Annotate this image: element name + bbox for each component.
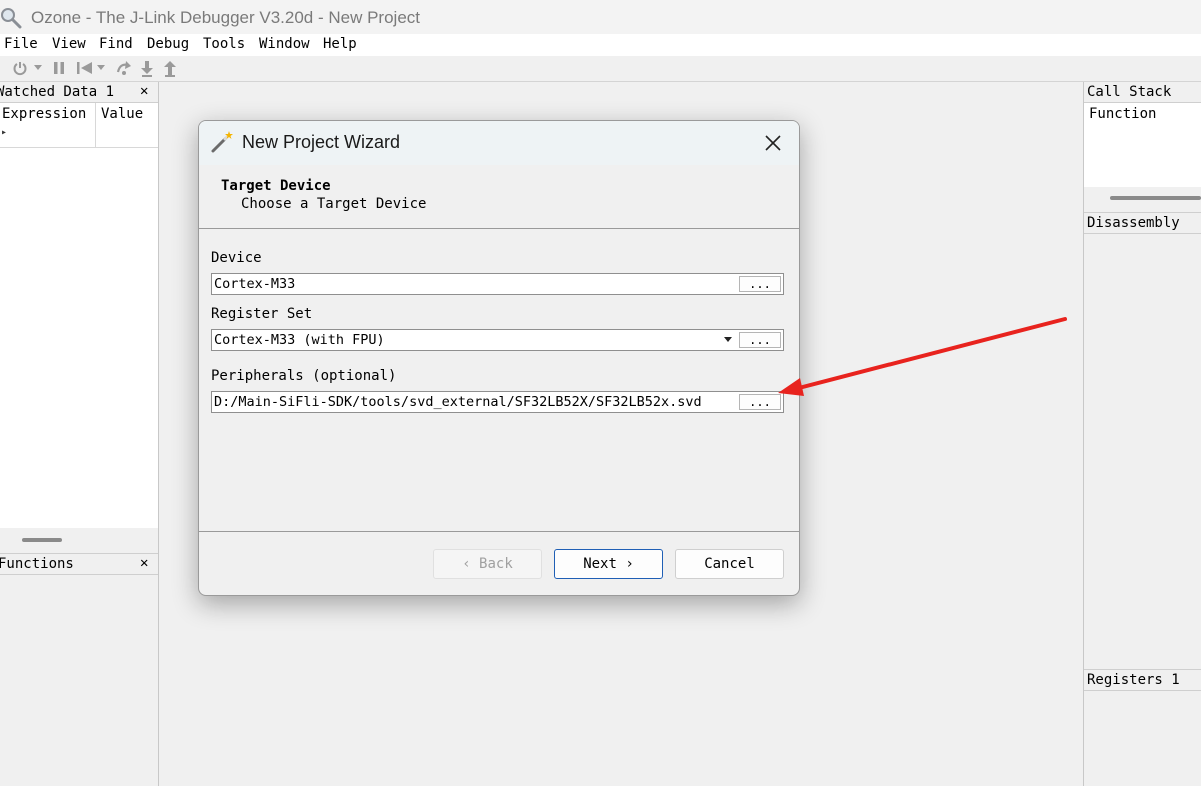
chevron-down-icon[interactable] <box>724 337 732 342</box>
device-field[interactable]: Cortex-M33 ... <box>211 273 784 295</box>
register-set-select[interactable]: Cortex-M33 (with FPU) ... <box>211 329 784 351</box>
pause-icon[interactable] <box>52 60 66 76</box>
menu-view[interactable]: View <box>52 36 86 52</box>
reset-icon[interactable] <box>76 60 94 76</box>
call-stack-header: Call Stack <box>1084 82 1201 103</box>
dialog-title: New Project Wizard <box>242 132 401 152</box>
peripherals-label: Peripherals (optional) <box>211 368 397 384</box>
register-set-value: Cortex-M33 (with FPU) <box>214 332 385 348</box>
peripherals-value: D:/Main-SiFli-SDK/tools/svd_external/SF3… <box>214 394 702 410</box>
watched-columns: Expression Value ▸ <box>0 103 158 148</box>
peripherals-browse-button[interactable]: ... <box>739 394 781 410</box>
arrow-shaft <box>793 317 1067 391</box>
column-value[interactable]: Value <box>101 106 143 122</box>
disassembly-title: Disassembly <box>1087 215 1180 231</box>
wizard-page-title: Target Device <box>221 178 331 194</box>
cancel-button[interactable]: Cancel <box>675 549 784 579</box>
menu-help[interactable]: Help <box>323 36 357 52</box>
functions-title: Functions <box>0 556 74 572</box>
power-icon[interactable] <box>12 60 28 76</box>
functions-header: Functions ✕ <box>0 553 158 575</box>
registers-title: Registers 1 <box>1087 672 1180 688</box>
dropdown-arrow-icon[interactable] <box>34 65 42 71</box>
row-expand-icon[interactable]: ▸ <box>1 127 7 138</box>
horizontal-scrollbar[interactable] <box>22 538 62 542</box>
close-icon[interactable]: ✕ <box>140 555 148 571</box>
register-set-label: Register Set <box>211 306 313 322</box>
device-label: Device <box>211 250 262 266</box>
wizard-header: Target Device Choose a Target Device <box>199 165 799 229</box>
watched-data-panel <box>0 82 158 528</box>
step-over-icon[interactable] <box>116 60 134 76</box>
footer-separator <box>199 531 799 532</box>
left-dock-border[interactable] <box>158 82 159 786</box>
close-icon[interactable] <box>759 129 787 157</box>
watched-data-title: Watched Data 1 <box>0 84 115 100</box>
peripherals-field[interactable]: D:/Main-SiFli-SDK/tools/svd_external/SF3… <box>211 391 784 413</box>
call-stack-title: Call Stack <box>1087 84 1172 100</box>
menu-debug[interactable]: Debug <box>147 36 189 52</box>
call-stack-panel: Function <box>1084 103 1201 187</box>
toolbar <box>0 56 1201 82</box>
device-browse-button[interactable]: ... <box>739 276 781 292</box>
back-button[interactable]: ‹ Back <box>433 549 542 579</box>
column-expression[interactable]: Expression <box>2 106 86 122</box>
magnifier-icon <box>1 8 22 29</box>
watched-data-header: Watched Data 1 ✕ <box>0 82 158 103</box>
disassembly-header: Disassembly <box>1084 212 1201 234</box>
device-value: Cortex-M33 <box>214 276 296 292</box>
registers-header: Registers 1 <box>1084 669 1201 691</box>
step-out-icon[interactable] <box>163 60 177 77</box>
window-title: Ozone - The J-Link Debugger V3.20d - New… <box>31 8 420 27</box>
column-divider[interactable] <box>95 103 96 147</box>
menu-find[interactable]: Find <box>99 36 133 52</box>
close-icon[interactable]: ✕ <box>140 83 148 99</box>
register-set-browse-button[interactable]: ... <box>739 332 781 348</box>
wizard-page-subtitle: Choose a Target Device <box>241 196 427 212</box>
horizontal-scrollbar[interactable] <box>1110 196 1201 200</box>
new-project-wizard-dialog: New Project Wizard Target Device Choose … <box>198 120 800 596</box>
step-into-icon[interactable] <box>140 60 154 77</box>
next-button[interactable]: Next › <box>554 549 663 579</box>
magic-wand-icon <box>211 131 233 153</box>
menu-file[interactable]: File <box>4 36 38 52</box>
menu-bar: File View Find Debug Tools Window Help <box>0 34 1201 56</box>
dropdown-arrow-icon[interactable] <box>97 65 105 71</box>
column-function[interactable]: Function <box>1089 106 1156 122</box>
menu-window[interactable]: Window <box>259 36 310 52</box>
menu-tools[interactable]: Tools <box>203 36 245 52</box>
